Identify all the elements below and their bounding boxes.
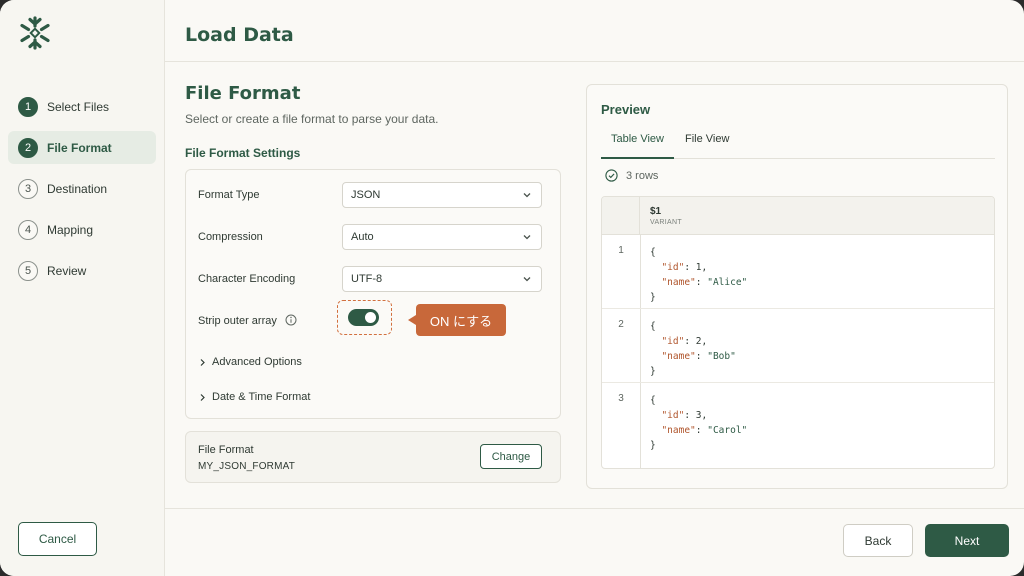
wizard-sidebar: 1 Select Files 2 File Format 3 Destinati… [0,0,165,576]
row-json: { "id": 3, "name": "Carol" } [650,395,748,451]
step-select-files[interactable]: 1 Select Files [8,90,156,123]
settings-card: Format Type JSON Compression Auto Charac… [185,169,561,419]
preview-table: $1 VARIANT 1 { "id": 1, "name": "Alice" … [601,196,995,469]
snowflake-icon [20,16,50,50]
row-name-value: "Bob" [707,351,736,362]
chevron-right-icon [200,393,205,401]
encoding-value: UTF-8 [351,273,383,285]
strip-outer-array-row: Strip outer array [198,314,297,327]
format-type-select[interactable]: JSON [342,182,542,208]
settings-heading: File Format Settings [185,146,301,160]
step-number: 5 [18,260,38,281]
rows-info: 3 rows [605,169,658,182]
step-label: Destination [47,181,108,196]
strip-outer-array-toggle[interactable] [348,309,379,326]
step-label: Review [47,263,87,278]
row-id-value: 2 [695,336,702,347]
chevron-down-icon [523,193,531,198]
compression-label: Compression [198,231,263,243]
step-mapping[interactable]: 4 Mapping [8,213,156,246]
file-format-card: File Format MY_JSON_FORMAT Change [185,431,561,483]
column-name: $1 [650,206,662,217]
row-index: 3 [618,393,624,404]
change-button[interactable]: Change [480,444,542,469]
rows-count: 3 rows [626,169,659,182]
chevron-down-icon [523,277,531,282]
file-format-card-label: File Format [198,444,254,456]
info-icon[interactable] [285,314,297,326]
step-label: Select Files [47,99,110,114]
table-header: $1 VARIANT [602,197,994,235]
format-type-label: Format Type [198,189,260,201]
datetime-format-expander[interactable]: Date & Time Format [198,391,310,403]
step-number: 1 [18,96,38,117]
row-json: { "id": 1, "name": "Alice" } [650,247,748,303]
encoding-label: Character Encoding [198,273,296,285]
row-index: 1 [618,245,624,256]
row-name-value: "Carol" [707,425,748,436]
encoding-select[interactable]: UTF-8 [342,266,542,292]
preview-panel: Preview Table View File View 3 rows $1 V… [586,84,1008,489]
column-type: VARIANT [650,219,682,226]
app-window: 1 Select Files 2 File Format 3 Destinati… [0,0,1024,576]
toggle-highlight [337,300,392,335]
page-title: Load Data [185,24,294,46]
table-row: 1 { "id": 1, "name": "Alice" } [602,235,994,309]
chevron-down-icon [523,235,531,240]
chevron-right-icon [200,358,205,366]
format-type-value: JSON [351,189,381,201]
row-id-value: 3 [695,410,702,421]
tab-table-view[interactable]: Table View [601,133,674,159]
preview-title: Preview [601,102,651,117]
index-header [602,197,640,234]
cancel-button[interactable]: Cancel [18,522,97,556]
section-subtitle: Select or create a file format to parse … [185,112,439,126]
step-review[interactable]: 5 Review [8,254,156,287]
compression-value: Auto [351,231,374,243]
step-number: 2 [18,137,38,158]
datetime-format-label: Date & Time Format [212,391,311,403]
step-label: File Format [47,140,112,155]
advanced-options-label: Advanced Options [212,356,302,368]
step-list: 1 Select Files 2 File Format 3 Destinati… [8,90,156,295]
check-circle-icon [605,169,618,182]
next-button[interactable]: Next [925,524,1009,557]
callout-tooltip: ON にする [408,304,506,336]
row-name-value: "Alice" [707,277,748,288]
preview-tabs: Table View File View [601,127,995,159]
compression-select[interactable]: Auto [342,224,542,250]
table-row: 3 { "id": 3, "name": "Carol" } [602,383,994,457]
step-number: 4 [18,219,38,240]
step-number: 3 [18,178,38,199]
section-title: File Format [185,83,301,104]
row-index: 2 [618,319,624,330]
advanced-options-expander[interactable]: Advanced Options [198,356,302,368]
toggle-knob [365,312,376,323]
page-header: Load Data [165,0,1024,62]
back-button[interactable]: Back [843,524,913,557]
step-destination[interactable]: 3 Destination [8,172,156,205]
table-row: 2 { "id": 2, "name": "Bob" } [602,309,994,383]
strip-outer-array-label: Strip outer array [198,315,277,327]
file-format-card-value: MY_JSON_FORMAT [198,461,296,472]
step-label: Mapping [47,222,94,237]
row-id-value: 1 [695,262,702,273]
step-file-format[interactable]: 2 File Format [8,131,156,164]
tab-file-view[interactable]: File View [685,133,729,159]
row-json: { "id": 2, "name": "Bob" } [650,321,736,377]
